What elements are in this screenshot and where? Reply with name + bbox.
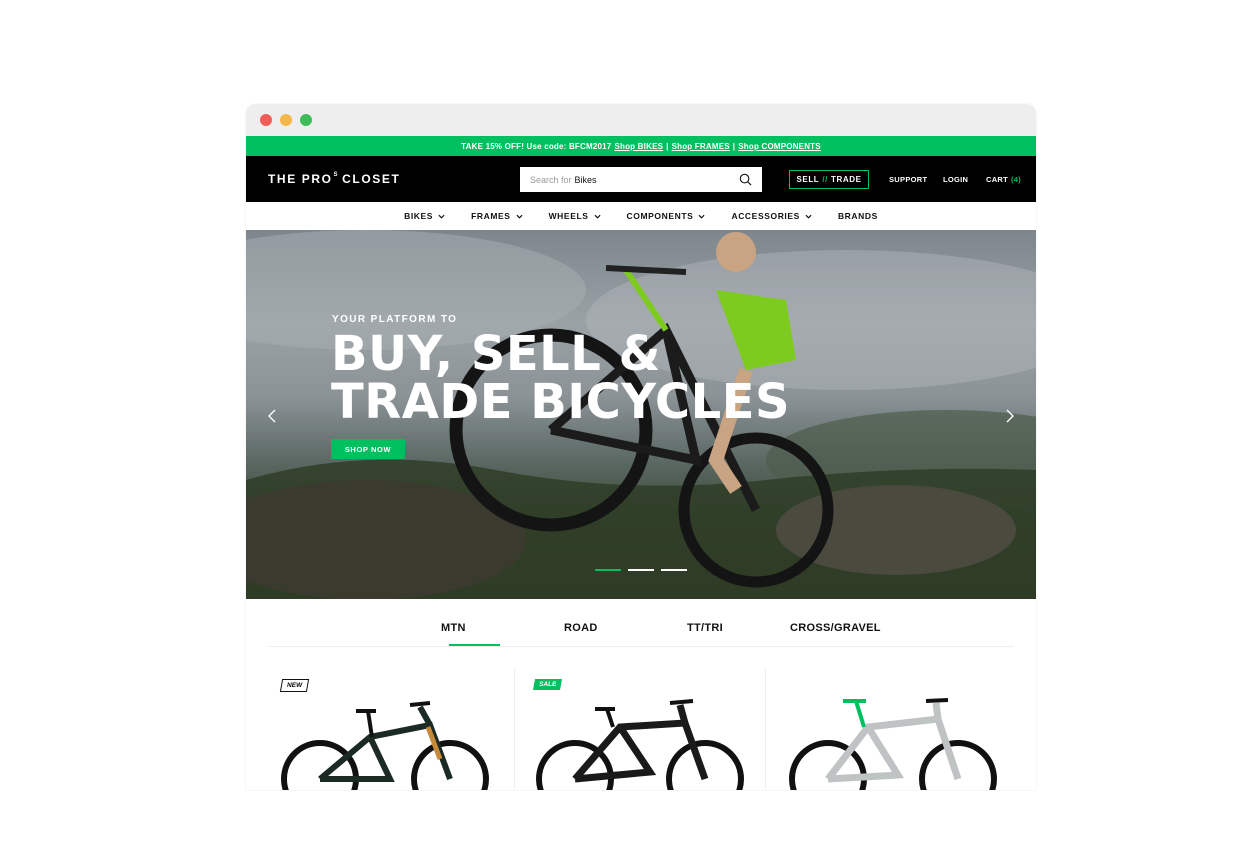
search-icon[interactable]: [739, 173, 752, 186]
promo-link-bikes[interactable]: Shop BIKES: [614, 142, 663, 151]
tab-tt-tri[interactable]: TT/TRI: [687, 622, 723, 634]
carousel-pagination: [595, 569, 687, 571]
close-window-button[interactable]: [260, 114, 272, 126]
browser-window: TAKE 15% OFF! Use code: BFCM2017 Shop BI…: [246, 104, 1036, 790]
minimize-window-button[interactable]: [280, 114, 292, 126]
product-card[interactable]: [765, 669, 1015, 790]
window-titlebar: [246, 104, 1036, 136]
promo-separator: |: [732, 141, 736, 151]
hero-carousel: YOUR PLATFORM TO BUY, SELL & TRADE BICYC…: [246, 230, 1036, 599]
bike-image: [281, 701, 489, 790]
nav-item-accessories[interactable]: ACCESSORIES: [718, 211, 824, 221]
nav-label: COMPONENTS: [626, 211, 694, 221]
promo-link-frames[interactable]: Shop FRAMES: [672, 142, 730, 151]
nav-item-brands[interactable]: BRANDS: [825, 211, 891, 221]
chevron-down-icon: [805, 214, 812, 219]
chevron-left-icon: [268, 409, 276, 423]
maximize-window-button[interactable]: [300, 114, 312, 126]
nav-label: WHEELS: [548, 211, 589, 221]
chevron-down-icon: [698, 214, 705, 219]
chevron-down-icon: [438, 214, 445, 219]
bike-image: [789, 698, 997, 790]
nav-label: ACCESSORIES: [731, 211, 800, 221]
promo-banner: TAKE 15% OFF! Use code: BFCM2017 Shop BI…: [246, 136, 1036, 156]
promo-separator: |: [666, 141, 669, 151]
nav-item-frames[interactable]: FRAMES: [458, 211, 536, 221]
bike-image: [536, 699, 744, 790]
sell-slash: //: [822, 175, 828, 184]
category-tabs: MTN ROAD TT/TRI CROSS/GRAVEL: [268, 599, 1014, 647]
chevron-right-icon: [1006, 409, 1014, 423]
carousel-prev-button[interactable]: [265, 406, 279, 426]
logo-sup: S: [333, 172, 340, 178]
product-card[interactable]: NEW: [268, 669, 518, 790]
carousel-dot-3[interactable]: [661, 569, 687, 571]
hero-eyebrow: YOUR PLATFORM TO: [332, 314, 458, 325]
shop-now-button[interactable]: SHOP NOW: [331, 439, 405, 459]
nav-item-wheels[interactable]: WHEELS: [536, 211, 614, 221]
chevron-down-icon: [516, 214, 523, 219]
nav-label: BIKES: [404, 211, 434, 221]
search-input[interactable]: Search for Bikes: [520, 167, 762, 192]
search-value: Bikes: [574, 174, 597, 185]
logo-text: THE PRO: [268, 172, 333, 186]
nav-label: FRAMES: [471, 211, 511, 221]
promo-text: TAKE 15% OFF! Use code: BFCM2017: [461, 141, 612, 151]
sell-label: SELL: [796, 175, 820, 184]
hero-headline-line: BUY, SELL &: [331, 326, 661, 382]
carousel-dot-1[interactable]: [595, 569, 621, 571]
support-link[interactable]: SUPPORT: [889, 175, 927, 184]
trade-label: TRADE: [830, 175, 862, 184]
nav-label: BRANDS: [837, 211, 878, 221]
hero-headline: BUY, SELL & TRADE BICYCLES: [331, 330, 790, 426]
cart-link[interactable]: CART (4): [986, 175, 1021, 184]
hero-headline-line: TRADE BICYCLES: [331, 374, 791, 430]
new-badge: NEW: [279, 679, 310, 692]
nav-item-bikes[interactable]: BIKES: [391, 211, 458, 221]
tab-road[interactable]: ROAD: [564, 622, 598, 634]
product-grid: NEW SALE: [246, 647, 1036, 790]
carousel-next-button[interactable]: [1003, 406, 1017, 426]
sale-badge: SALE: [533, 679, 563, 690]
nav-item-components[interactable]: COMPONENTS: [614, 211, 719, 221]
site-logo[interactable]: THE PRO S CLOSET: [268, 172, 400, 186]
product-card[interactable]: SALE: [514, 669, 764, 790]
tab-mtn[interactable]: MTN: [441, 622, 466, 634]
site-header: THE PRO S CLOSET Search for Bikes SELL // …: [246, 156, 1036, 202]
sell-trade-button[interactable]: SELL // TRADE: [789, 170, 869, 189]
carousel-dot-2[interactable]: [628, 569, 654, 571]
search-placeholder: Search for: [530, 174, 572, 185]
login-link[interactable]: LOGIN: [943, 175, 968, 184]
cart-label: CART: [986, 175, 1009, 184]
main-nav: BIKES FRAMES WHEELS COMPONENTS ACCESSORI…: [246, 202, 1036, 230]
chevron-down-icon: [594, 214, 601, 219]
tab-cross-gravel[interactable]: CROSS/GRAVEL: [790, 622, 881, 634]
cart-count: (4): [1011, 175, 1022, 184]
logo-text: CLOSET: [342, 172, 401, 186]
promo-link-components[interactable]: Shop COMPONENTS: [738, 142, 821, 151]
active-tab-indicator: [449, 644, 500, 646]
